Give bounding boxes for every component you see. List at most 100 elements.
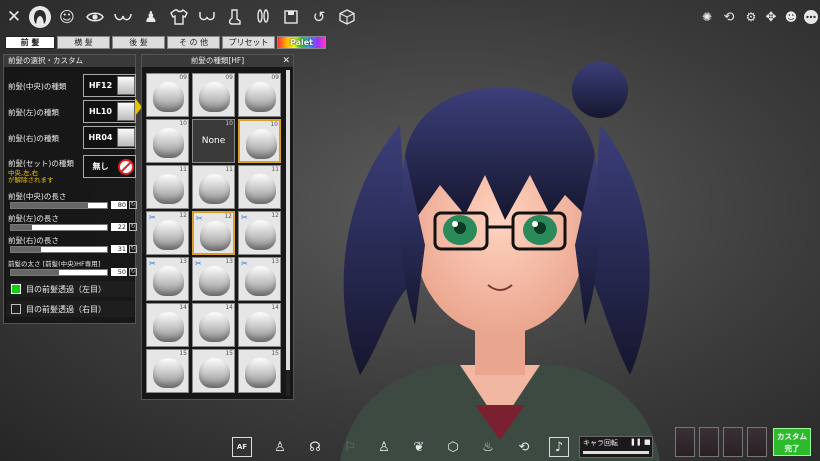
hair-option[interactable]: 13 ✂ — [192, 257, 235, 301]
slot-center-bangs[interactable]: HF12 — [83, 74, 136, 97]
tab-other[interactable]: そ の 他 — [167, 36, 220, 49]
camera-rotate-icon[interactable]: ⟲ — [718, 6, 740, 28]
hair-thumbnail — [199, 266, 230, 296]
hair-option[interactable]: 11 — [146, 165, 189, 209]
hair-thumbnail — [153, 312, 184, 342]
move-icon[interactable]: ✥ — [760, 6, 782, 28]
hair-thumbnail — [245, 358, 276, 388]
hair-option[interactable]: 11 — [238, 165, 281, 209]
gear-pair-icon[interactable]: ⚙ — [740, 6, 762, 28]
value-field[interactable]: 31 — [111, 245, 127, 253]
body-icon[interactable]: ♟ — [140, 6, 162, 28]
length-slider-left[interactable] — [10, 224, 108, 231]
thickness-slider[interactable] — [10, 269, 108, 276]
pose-icon[interactable]: ♙ — [374, 437, 394, 457]
hair-option[interactable]: 09 — [238, 73, 281, 117]
scrollbar-thumb[interactable] — [286, 70, 290, 370]
close-icon[interactable]: ✕ — [3, 6, 25, 28]
option-number: 14 — [271, 304, 279, 311]
hair-option[interactable]: 09 — [146, 73, 189, 117]
slider-label: 前髪の太さ [前髪(中央)HF専用] — [8, 260, 101, 268]
length-slider-center[interactable] — [10, 202, 108, 209]
hair-option-none[interactable]: 10 None — [192, 119, 235, 163]
eye-icon[interactable] — [84, 6, 106, 28]
hair-icon[interactable] — [29, 6, 51, 28]
checkbox-left-eye-transparency[interactable]: 目の前髪透過（左目） — [7, 281, 134, 297]
option-number: 15 — [225, 350, 233, 357]
undo-icon[interactable]: ↺ — [308, 6, 330, 28]
dice-icon[interactable] — [336, 6, 358, 28]
hair-option[interactable]: 15 — [192, 349, 235, 393]
hair-option[interactable]: 12 ✂ — [192, 211, 235, 255]
pose-disabled-icon[interactable]: ⚐ — [340, 437, 360, 457]
hair-thumbnail — [153, 220, 184, 250]
value-field[interactable]: 80 — [111, 201, 127, 209]
option-number: 12 — [179, 212, 187, 219]
music-note-icon[interactable]: ♪ — [549, 437, 569, 457]
hair-option[interactable]: 14 — [192, 303, 235, 347]
hair-option[interactable]: 11 — [192, 165, 235, 209]
reset-icon[interactable]: ↻ — [129, 245, 137, 253]
value-field[interactable]: 50 — [111, 268, 127, 276]
save-icon[interactable] — [280, 6, 302, 28]
slider-label: 前髪(右)の長さ — [8, 236, 59, 245]
finish-custom-button[interactable]: カスタム 完了 — [773, 428, 811, 456]
menu-icon[interactable] — [800, 6, 820, 28]
character-preview[interactable] — [300, 45, 700, 461]
hair-thumbnail — [153, 128, 184, 158]
tab-side-hair[interactable]: 横 髪 — [57, 36, 110, 49]
hair-option[interactable]: 10 — [238, 119, 281, 163]
slot-left-bangs[interactable]: HL10 — [83, 100, 136, 123]
rotation-player[interactable]: キャラ回転 ❚❚ ■ — [579, 436, 653, 458]
hair-thumbnail — [153, 266, 184, 296]
character-slot-3[interactable] — [723, 427, 743, 457]
slot-set-bangs[interactable]: 無し — [83, 155, 136, 178]
hair-option[interactable]: 12 ✂ — [238, 211, 281, 255]
clothes-toggle-icon[interactable]: ♙ — [270, 437, 290, 457]
value-field[interactable]: 22 — [111, 223, 127, 231]
hair-option[interactable]: 15 — [146, 349, 189, 393]
checkbox-right-eye-transparency[interactable]: 目の前髪透過（右目） — [7, 301, 134, 317]
reset-icon[interactable]: ↻ — [129, 201, 137, 209]
reset-icon[interactable]: ↻ — [129, 268, 137, 276]
sock-icon[interactable] — [224, 6, 246, 28]
tab-preset[interactable]: プリセット — [222, 36, 275, 49]
autofocus-button[interactable]: AF — [232, 437, 252, 457]
hair-option[interactable]: 15 — [238, 349, 281, 393]
hair-option[interactable]: 14 — [238, 303, 281, 347]
playback-track[interactable] — [583, 451, 649, 454]
hair-option[interactable]: 13 ✂ — [238, 257, 281, 301]
scissors-icon: ✂ — [241, 259, 248, 268]
lamp-icon[interactable]: ♨ — [478, 437, 498, 457]
slot-right-bangs[interactable]: HR04 — [83, 126, 136, 149]
grid-scrollbar[interactable] — [286, 70, 290, 396]
pause-icon[interactable]: ❚❚ — [630, 438, 642, 446]
shirt-icon[interactable] — [168, 6, 190, 28]
hair-option[interactable]: 12 ✂ — [146, 211, 189, 255]
character-slot-4[interactable] — [747, 427, 767, 457]
underwear-toggle-icon[interactable]: ☊ — [305, 437, 325, 457]
hair-option[interactable]: 10 — [146, 119, 189, 163]
length-slider-right[interactable] — [10, 246, 108, 253]
character-slot-2[interactable] — [699, 427, 719, 457]
bra-icon[interactable] — [196, 6, 218, 28]
checkbox-icon[interactable] — [11, 304, 21, 314]
hair-option[interactable]: 13 ✂ — [146, 257, 189, 301]
lights-icon[interactable]: ✺ — [696, 6, 718, 28]
cube-icon[interactable]: ⬡ — [443, 437, 463, 457]
hair-option[interactable]: 14 — [146, 303, 189, 347]
rabbit-icon[interactable]: ☻ — [780, 6, 802, 28]
tab-front-hair[interactable]: 前 髪 — [5, 36, 55, 49]
character-slot-1[interactable] — [675, 427, 695, 457]
close-icon[interactable]: ✕ — [282, 55, 290, 67]
checkbox-icon[interactable] — [11, 284, 21, 294]
chest-icon[interactable] — [112, 6, 134, 28]
camera-sound-icon[interactable]: ⟲ — [514, 437, 534, 457]
leaf-icon[interactable]: ❦ — [409, 437, 429, 457]
stop-icon[interactable]: ■ — [644, 438, 651, 446]
reset-icon[interactable]: ↻ — [129, 223, 137, 231]
bunny-ears-icon[interactable] — [252, 6, 274, 28]
face-icon[interactable]: ☺ — [56, 6, 78, 28]
tab-back-hair[interactable]: 後 髪 — [112, 36, 165, 49]
hair-option[interactable]: 09 — [192, 73, 235, 117]
